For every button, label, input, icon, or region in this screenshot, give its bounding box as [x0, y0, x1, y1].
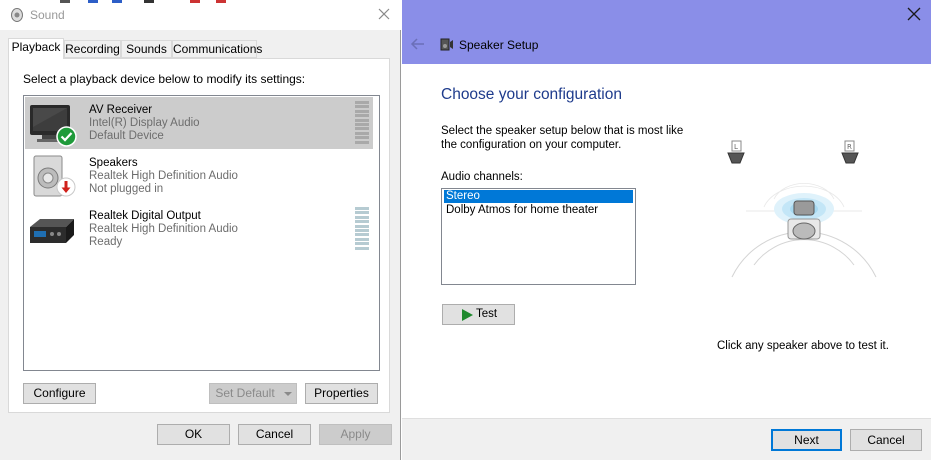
- tab-communications[interactable]: Communications: [172, 40, 262, 58]
- device-status: Not plugged in: [89, 183, 164, 195]
- channel-option-dolby-atmos[interactable]: Dolby Atmos for home theater: [444, 204, 633, 217]
- sound-titlebar: Sound: [0, 0, 401, 30]
- panel-instruction: Select a playback device below to modify…: [23, 72, 306, 86]
- device-driver: Realtek High Definition Audio: [89, 170, 238, 182]
- default-check-icon: [56, 126, 77, 147]
- channel-option-stereo[interactable]: Stereo: [444, 190, 633, 203]
- configure-button[interactable]: Configure: [23, 383, 96, 404]
- tab-playback[interactable]: Playback: [8, 38, 64, 59]
- device-av-receiver[interactable]: AV Receiver Intel(R) Display Audio Defau…: [25, 97, 373, 149]
- device-list[interactable]: AV Receiver Intel(R) Display Audio Defau…: [23, 95, 380, 371]
- right-speaker-icon[interactable]: R: [841, 140, 859, 164]
- wizard-titlebar: Speaker Setup: [402, 0, 931, 64]
- device-status: Ready: [89, 236, 123, 248]
- play-icon: [462, 309, 473, 321]
- unplugged-arrow-icon: [56, 177, 76, 197]
- device-status: Default Device: [89, 130, 164, 142]
- tab-recording[interactable]: Recording: [64, 40, 121, 58]
- left-speaker-icon[interactable]: L: [727, 140, 745, 164]
- sound-window-title: Sound: [30, 8, 65, 22]
- speaker-diagram: L R: [727, 140, 877, 278]
- audio-channels-label: Audio channels:: [441, 171, 523, 183]
- device-driver: Realtek High Definition Audio: [89, 223, 238, 235]
- device-speakers[interactable]: Speakers Realtek High Definition Audio N…: [25, 150, 373, 202]
- close-icon[interactable]: [907, 7, 921, 21]
- audio-channels-list[interactable]: Stereo Dolby Atmos for home theater: [441, 188, 636, 285]
- device-name: Realtek Digital Output: [89, 210, 201, 222]
- set-default-dropdown[interactable]: [280, 383, 297, 404]
- digital-output-icon: [30, 219, 74, 243]
- tab-sounds[interactable]: Sounds: [121, 40, 172, 58]
- wizard-cancel-button[interactable]: Cancel: [850, 429, 922, 451]
- device-name: AV Receiver: [89, 104, 153, 116]
- speaker-setup-icon: [440, 38, 453, 51]
- cancel-button[interactable]: Cancel: [238, 424, 311, 445]
- setup-description: Select the speaker setup below that is m…: [441, 125, 684, 151]
- page-heading: Choose your configuration: [441, 86, 622, 103]
- right-speaker-label: R: [847, 143, 852, 151]
- test-label: Test: [476, 308, 498, 320]
- device-name: Speakers: [89, 157, 138, 169]
- next-button[interactable]: Next: [771, 429, 842, 451]
- test-button[interactable]: Test: [442, 304, 515, 325]
- sound-app-icon: [11, 8, 23, 22]
- close-icon[interactable]: [375, 5, 393, 23]
- taskbar-strip: [60, 0, 226, 3]
- chevron-down-icon: [284, 392, 292, 396]
- volume-meter: [355, 101, 369, 144]
- device-digital-output[interactable]: Realtek Digital Output Realtek High Defi…: [25, 203, 373, 255]
- ok-button[interactable]: OK: [157, 424, 230, 445]
- wizard-title: Speaker Setup: [459, 38, 539, 52]
- speaker-test-hint: Click any speaker above to test it.: [717, 340, 889, 352]
- properties-button[interactable]: Properties: [305, 383, 378, 404]
- sound-dialog: Sound Playback Recording Sounds Communic…: [0, 0, 401, 460]
- playback-panel: Select a playback device below to modify…: [8, 58, 390, 413]
- wizard-footer: Next Cancel: [402, 418, 931, 460]
- apply-button[interactable]: Apply: [319, 424, 392, 445]
- device-driver: Intel(R) Display Audio: [89, 117, 200, 129]
- set-default-button[interactable]: Set Default: [209, 383, 281, 404]
- left-speaker-label: L: [734, 143, 738, 151]
- back-arrow-icon[interactable]: [410, 37, 426, 51]
- speaker-setup-wizard: Speaker Setup Choose your configuration …: [402, 0, 931, 460]
- volume-meter: [355, 207, 369, 250]
